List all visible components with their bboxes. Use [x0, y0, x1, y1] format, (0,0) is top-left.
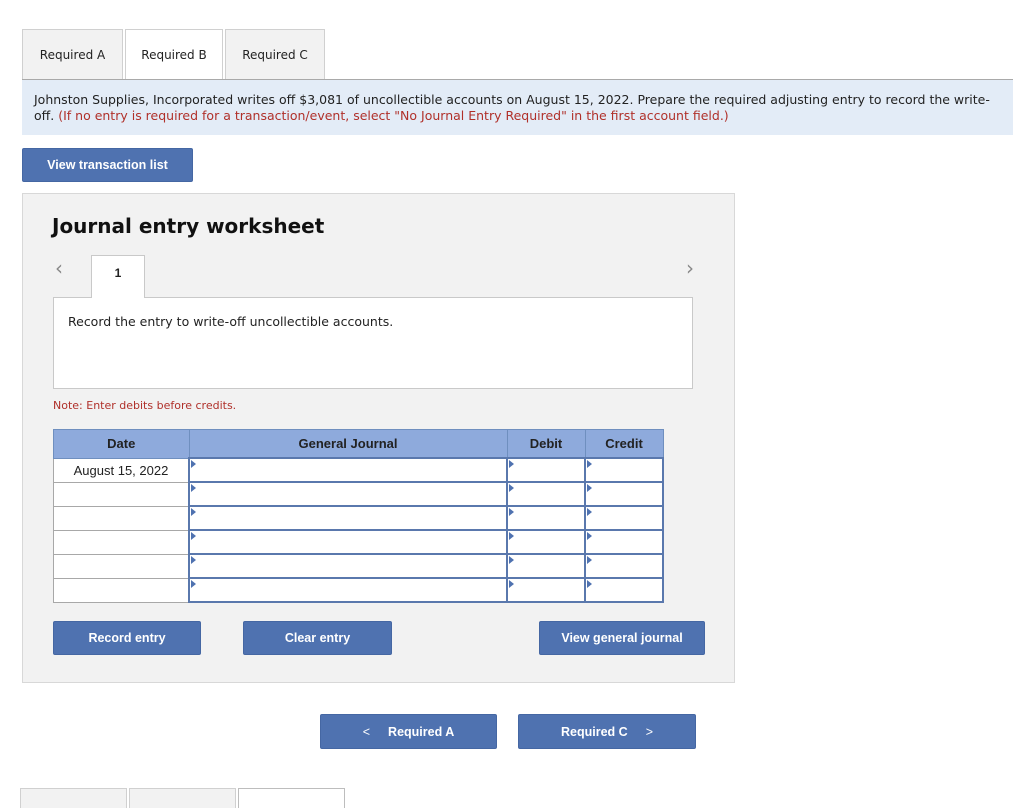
header-general-journal: General Journal: [188, 429, 508, 459]
credit-input[interactable]: [584, 457, 664, 483]
header-date: Date: [53, 429, 190, 459]
debit-input[interactable]: [506, 553, 586, 579]
credit-input[interactable]: [584, 505, 664, 531]
debit-input[interactable]: [506, 457, 586, 483]
table-row: [53, 481, 664, 507]
debit-input[interactable]: [506, 505, 586, 531]
account-dropdown[interactable]: [188, 481, 508, 507]
debit-input[interactable]: [506, 481, 586, 507]
clear-entry-button[interactable]: Clear entry: [243, 621, 392, 655]
entry-description-text: Record the entry to write-off uncollecti…: [68, 314, 394, 329]
entry-description: Record the entry to write-off uncollecti…: [53, 297, 693, 389]
chevron-left-icon: <: [362, 724, 371, 739]
tab-required-a[interactable]: Required A: [22, 29, 123, 79]
next-required-c-button[interactable]: Required C >: [518, 714, 696, 749]
credit-input[interactable]: [584, 553, 664, 579]
credit-input[interactable]: [584, 577, 664, 603]
debit-input[interactable]: [506, 577, 586, 603]
account-dropdown[interactable]: [188, 553, 508, 579]
journal-entry-worksheet: Journal entry worksheet ‹ 1 › Record the…: [22, 193, 735, 683]
prev-required-a-button[interactable]: < Required A: [320, 714, 497, 749]
date-cell: [53, 529, 190, 555]
prompt-instruction: (If no entry is required for a transacti…: [58, 108, 729, 123]
account-dropdown[interactable]: [188, 457, 508, 483]
header-debit: Debit: [506, 429, 586, 459]
header-credit: Credit: [584, 429, 664, 459]
view-general-journal-button[interactable]: View general journal: [539, 621, 705, 655]
entry-tab-1[interactable]: 1: [91, 255, 145, 298]
date-cell: [53, 553, 190, 579]
bottom-tabs: [20, 788, 347, 808]
date-cell: [53, 577, 190, 603]
account-dropdown[interactable]: [188, 505, 508, 531]
credit-input[interactable]: [584, 481, 664, 507]
date-cell: August 15, 2022: [53, 457, 190, 483]
debit-credit-note: Note: Enter debits before credits.: [53, 399, 237, 412]
account-dropdown[interactable]: [188, 529, 508, 555]
table-row: [53, 553, 664, 579]
bottom-tab-3[interactable]: [238, 788, 345, 808]
debit-input[interactable]: [506, 529, 586, 555]
bottom-tab-1[interactable]: [20, 788, 127, 808]
question-prompt: Johnston Supplies, Incorporated writes o…: [22, 80, 1013, 135]
chevron-right-icon[interactable]: ›: [686, 256, 694, 280]
prev-button-label: Required A: [388, 724, 455, 739]
next-button-label: Required C: [561, 724, 628, 739]
table-row: [53, 577, 664, 603]
worksheet-title: Journal entry worksheet: [52, 214, 325, 238]
table-row: August 15, 2022: [53, 457, 664, 483]
table-row: [53, 505, 664, 531]
record-entry-button[interactable]: Record entry: [53, 621, 201, 655]
view-transaction-list-button[interactable]: View transaction list: [22, 148, 193, 182]
credit-input[interactable]: [584, 529, 664, 555]
chevron-left-icon[interactable]: ‹: [55, 256, 63, 280]
tab-required-b[interactable]: Required B: [125, 29, 223, 80]
bottom-tab-2[interactable]: [129, 788, 236, 808]
journal-table: Date General Journal Debit Credit August…: [53, 429, 664, 603]
tab-required-c[interactable]: Required C: [225, 29, 325, 79]
table-row: [53, 529, 664, 555]
date-cell: [53, 481, 190, 507]
date-cell: [53, 505, 190, 531]
chevron-right-icon: >: [645, 724, 653, 739]
account-dropdown[interactable]: [188, 577, 508, 603]
requirement-tabs: Required A Required B Required C: [22, 29, 327, 80]
